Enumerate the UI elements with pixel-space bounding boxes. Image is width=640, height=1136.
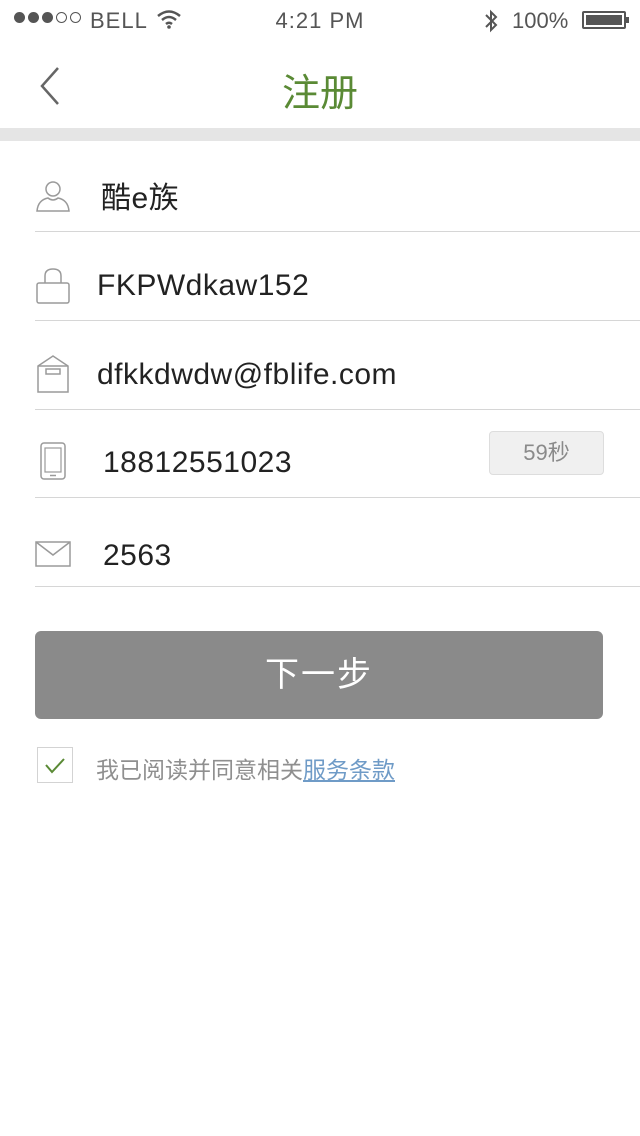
agreement-row: 我已阅读并同意相关服务条款 [37, 747, 597, 785]
lock-icon [36, 268, 70, 304]
password-input[interactable] [97, 266, 497, 306]
email-row [35, 320, 640, 410]
status-bar: BELL 4:21 PM 100% [0, 0, 640, 40]
navigation-bar: 注册 [0, 40, 640, 128]
agreement-label: 我已阅读并同意相关 [96, 757, 303, 783]
header-divider [0, 128, 640, 141]
verification-code-input[interactable] [103, 536, 503, 576]
get-code-button[interactable]: 59秒 [489, 431, 604, 475]
phone-icon [40, 442, 66, 480]
user-icon [36, 181, 70, 212]
page-title: 注册 [281, 73, 358, 115]
password-row [35, 231, 640, 321]
agree-checkbox[interactable] [37, 747, 73, 783]
username-input[interactable] [101, 175, 481, 215]
battery-percent: 100% [512, 8, 569, 33]
phone-input[interactable] [103, 443, 463, 483]
code-row [35, 497, 640, 587]
battery-icon [582, 11, 629, 29]
username-row [35, 141, 640, 232]
email-input[interactable] [97, 355, 597, 395]
envelope-icon [35, 541, 71, 567]
mailbox-icon [37, 355, 69, 393]
checkmark-icon [45, 758, 65, 774]
next-step-button[interactable]: 下一步 [35, 631, 603, 719]
agreement-text: 我已阅读并同意相关服务条款 [96, 751, 395, 785]
bluetooth-icon [485, 9, 498, 33]
terms-link[interactable]: 服务条款 [303, 757, 395, 783]
